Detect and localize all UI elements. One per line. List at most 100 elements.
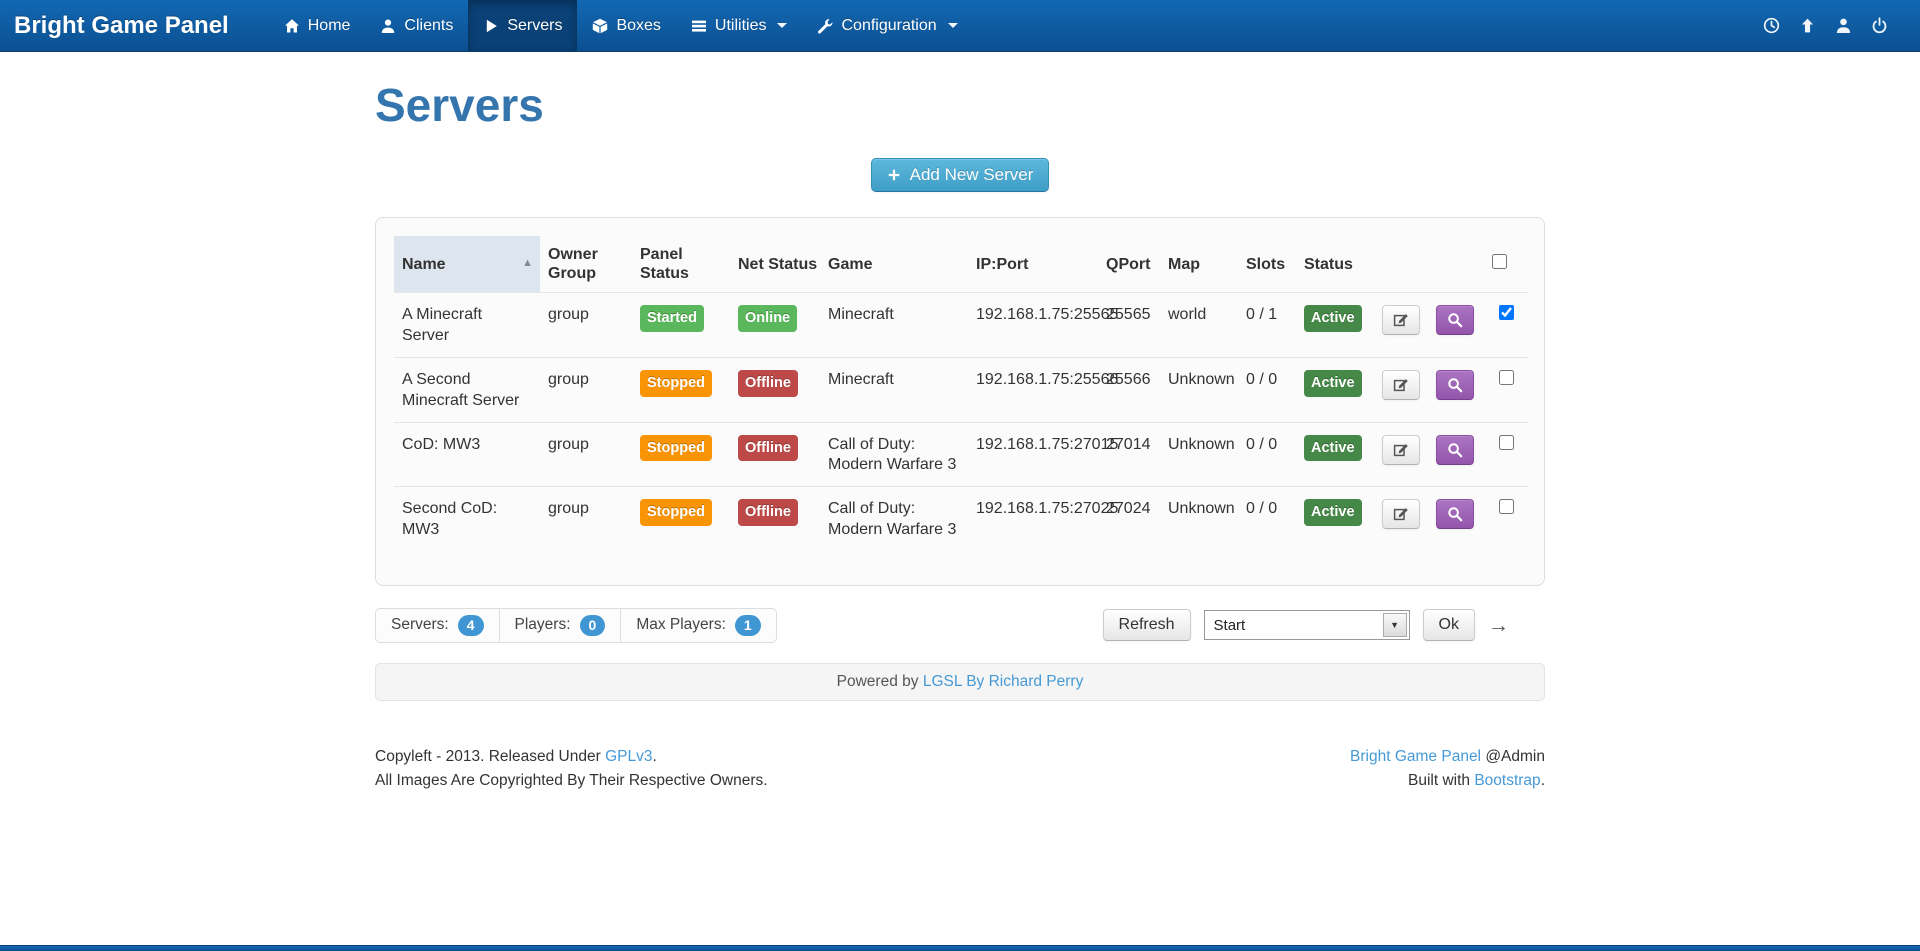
bright-game-panel-link[interactable]: Bright Game Panel: [1350, 748, 1481, 765]
view-cell: [1428, 292, 1484, 358]
net-status-badge: Offline: [738, 499, 798, 526]
table-controls: Refresh Start ▼ Ok →: [1102, 609, 1509, 642]
lgsl-link[interactable]: LGSL By Richard Perry: [923, 673, 1084, 690]
power-icon[interactable]: [1871, 17, 1888, 34]
header-label: Panel Status: [640, 246, 689, 283]
box-icon: [592, 18, 608, 34]
check-cell: [1484, 486, 1528, 551]
table-header-row: Name ▲ Owner Group Panel Status Net Stat…: [394, 236, 1528, 293]
main-nav: Home Clients Servers Boxes Utilities Con…: [269, 0, 973, 51]
nav-link-utilities[interactable]: Utilities: [676, 0, 803, 51]
column-header-name[interactable]: Name ▲: [394, 236, 540, 293]
header-label: Game: [828, 255, 873, 273]
owner-group-cell: group: [540, 421, 632, 487]
sort-asc-icon: ▲: [522, 257, 533, 270]
arrow-right-icon[interactable]: →: [1488, 615, 1509, 636]
column-header-status[interactable]: Status: [1296, 236, 1374, 293]
select-server-checkbox[interactable]: [1498, 305, 1514, 321]
nav-link-home[interactable]: Home: [269, 0, 366, 51]
view-server-button[interactable]: [1436, 305, 1474, 336]
server-table-body: A Minecraft Server group Started Online Mine…: [394, 292, 1528, 551]
game-cell: Minecraft: [820, 292, 968, 358]
nav-label: Clients: [404, 16, 454, 34]
copyleft-text: Copyleft - 2013. Released Under: [375, 747, 606, 765]
nav-label: Servers: [507, 16, 563, 34]
nav-item-home: Home: [269, 0, 366, 51]
ok-button[interactable]: Ok: [1422, 609, 1475, 642]
nav-link-configuration[interactable]: Configuration: [802, 0, 972, 51]
panel-status-cell: Started: [632, 292, 730, 358]
user-icon[interactable]: [1835, 17, 1852, 34]
gplv3-link[interactable]: GPLv3: [605, 748, 652, 765]
max-players-count-label: Max Players:: [636, 616, 726, 634]
panel-status-badge: Stopped: [640, 369, 712, 397]
column-header-slots[interactable]: Slots: [1238, 236, 1296, 293]
edit-server-button[interactable]: [1382, 305, 1420, 336]
owner-group-cell: group: [540, 486, 632, 551]
view-server-button[interactable]: [1436, 434, 1474, 465]
net-status-cell: Offline: [730, 356, 820, 423]
edit-server-button[interactable]: [1382, 434, 1420, 465]
select-server-checkbox[interactable]: [1498, 499, 1514, 515]
play-icon: [483, 18, 499, 34]
edit-icon: [1393, 506, 1409, 522]
add-new-server-button[interactable]: Add New Server: [870, 158, 1050, 192]
edit-server-button[interactable]: [1382, 369, 1420, 400]
column-header-ip-port[interactable]: IP:Port: [968, 236, 1098, 293]
select-server-checkbox[interactable]: [1498, 369, 1514, 385]
nav-link-servers[interactable]: Servers: [468, 0, 578, 51]
players-count-label: Players:: [514, 616, 571, 634]
powered-by-strip: Powered by LGSL By Richard Perry: [375, 662, 1545, 701]
slots-cell: 0 / 0: [1238, 356, 1296, 423]
page-title: Servers: [375, 79, 544, 131]
arrow-up-icon[interactable]: [1799, 17, 1816, 34]
view-cell: [1428, 356, 1484, 423]
nav-label: Utilities: [714, 16, 767, 34]
server-row: A Second Minecraft Server group Stopped Off…: [394, 356, 1528, 423]
column-header-qport[interactable]: QPort: [1098, 236, 1160, 293]
action-select[interactable]: Start ▼: [1203, 610, 1410, 641]
net-status-cell: Offline: [730, 486, 820, 551]
clock-icon[interactable]: [1763, 17, 1780, 34]
table-footer-row: Servers: 4 Players: 0 Max Players: 1 Ref…: [375, 607, 1545, 643]
server-name-cell: CoD: MW3: [394, 421, 540, 487]
header-label: Slots: [1246, 255, 1286, 273]
images-copyright-line: All Images Are Copyrighted By Their Resp…: [375, 771, 768, 789]
view-cell: [1428, 486, 1484, 551]
column-header-map[interactable]: Map: [1160, 236, 1238, 293]
panel-status-badge: Stopped: [640, 434, 712, 462]
header-label: QPort: [1106, 255, 1151, 273]
built-with-period: .: [1540, 771, 1545, 789]
bootstrap-link[interactable]: Bootstrap: [1474, 772, 1540, 789]
view-server-button[interactable]: [1436, 369, 1474, 400]
server-name-cell: A Minecraft Server: [394, 292, 540, 358]
nav-link-boxes[interactable]: Boxes: [577, 0, 675, 51]
column-header-owner-group[interactable]: Owner Group: [540, 236, 632, 293]
select-all-checkbox[interactable]: [1492, 254, 1507, 270]
action-select-value: Start: [1213, 616, 1246, 634]
brand[interactable]: Bright Game Panel: [0, 0, 245, 51]
edit-server-button[interactable]: [1382, 499, 1420, 530]
column-header-panel-status[interactable]: Panel Status: [632, 236, 730, 293]
status-cell: Active: [1296, 292, 1374, 358]
ip-port-cell: 192.168.1.75:25565: [968, 292, 1118, 358]
view-server-button[interactable]: [1436, 499, 1474, 530]
column-header-view: [1428, 236, 1484, 293]
column-header-net-status[interactable]: Net Status: [730, 236, 820, 293]
admin-text: @Admin: [1481, 747, 1545, 765]
edit-cell: [1374, 486, 1428, 551]
map-cell: Unknown: [1160, 486, 1238, 551]
ip-port-cell: 192.168.1.75:25566: [968, 356, 1118, 423]
edit-cell: [1374, 292, 1428, 358]
plus-icon: [888, 169, 899, 181]
refresh-button[interactable]: Refresh: [1102, 609, 1191, 642]
caret-down-icon: [777, 23, 788, 28]
chevron-down-icon: ▼: [1390, 620, 1399, 631]
nav-link-clients[interactable]: Clients: [365, 0, 468, 51]
net-status-badge: Online: [738, 305, 798, 333]
max-players-count-badge: 1: [734, 614, 761, 636]
status-badge: Active: [1304, 305, 1362, 333]
select-arrow-button[interactable]: ▼: [1382, 613, 1407, 638]
select-server-checkbox[interactable]: [1498, 434, 1514, 450]
column-header-game[interactable]: Game: [820, 236, 968, 293]
